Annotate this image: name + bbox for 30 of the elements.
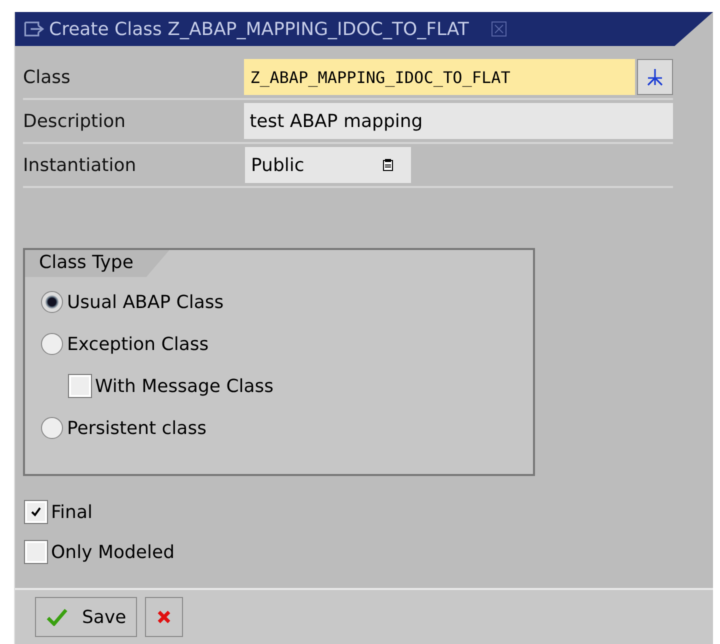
cancel-button[interactable] [145, 597, 184, 637]
radio-button[interactable] [41, 333, 63, 355]
window-icon [23, 20, 45, 38]
input-field[interactable]: test ABAP mapping [244, 103, 673, 139]
checkmark-icon [46, 608, 68, 626]
field-label: Class [23, 66, 72, 88]
radio-button[interactable] [41, 417, 63, 439]
field-label: Instantiation [23, 154, 138, 176]
search-help-icon [645, 67, 666, 87]
close-icon[interactable] [490, 21, 507, 37]
checkbox[interactable] [25, 501, 47, 523]
search-help-button[interactable] [637, 59, 673, 95]
checkmark-icon [30, 506, 42, 518]
close-icon [156, 609, 172, 625]
option-label: Persistent class [67, 418, 206, 438]
radio-button[interactable] [41, 291, 63, 313]
checkbox[interactable] [25, 541, 47, 563]
dropdown-field[interactable]: Public [245, 147, 411, 183]
dropdown-icon [383, 159, 393, 171]
field-label: Description [23, 110, 127, 132]
save-button[interactable]: Save [35, 597, 138, 637]
group-title: Class Type [25, 250, 170, 277]
option-label: Only Modeled [51, 542, 174, 562]
checkbox[interactable] [69, 375, 91, 397]
window-title: Create Class Z_ABAP_MAPPING_IDOC_TO_FLAT [49, 18, 469, 40]
input-field[interactable]: Z_ABAP_MAPPING_IDOC_TO_FLAT [244, 59, 636, 95]
option-label: Final [51, 502, 92, 522]
option-label: Exception Class [67, 334, 209, 354]
option-label: Usual ABAP Class [67, 292, 224, 312]
option-label: With Message Class [95, 376, 274, 396]
